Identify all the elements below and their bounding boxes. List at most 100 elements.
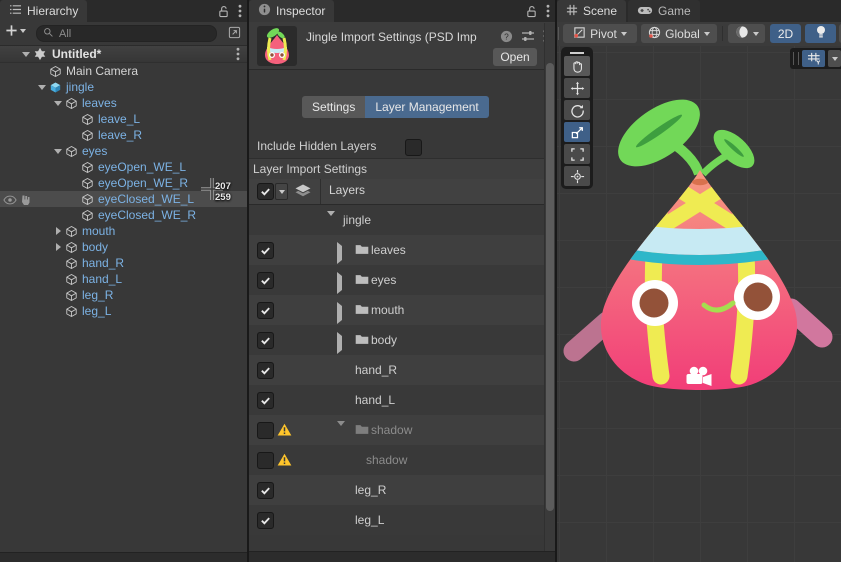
layer-foldout-arrow[interactable]	[337, 426, 345, 440]
layer-foldout-arrow[interactable]	[337, 276, 342, 290]
scene-toolbar: Pivot Global 2D	[557, 22, 841, 47]
include-hidden-layers-checkbox[interactable]	[405, 139, 422, 156]
layer-row-shadow-8[interactable]: shadow	[249, 445, 545, 475]
layer-foldout-arrow[interactable]	[337, 306, 342, 320]
layer-checkbox[interactable]	[257, 332, 274, 349]
foldout-arrow[interactable]	[36, 85, 48, 90]
palette-grip-handle[interactable]	[570, 52, 584, 54]
hierarchy-item-eyeOpen_WE_R[interactable]: eyeOpen_WE_R	[0, 175, 247, 191]
hierarchy-item-label: eyes	[82, 144, 107, 158]
hierarchy-item-label: leave_L	[98, 112, 140, 126]
layer-checkbox[interactable]	[257, 512, 274, 529]
gameobject-cube-icon	[64, 97, 79, 110]
hierarchy-item-eyeOpen_WE_L[interactable]: eyeOpen_WE_L	[0, 159, 247, 175]
hierarchy-item-leg_R[interactable]: leg_R	[0, 287, 247, 303]
layer-checkbox[interactable]	[257, 302, 274, 319]
jingle-character[interactable]	[557, 46, 841, 562]
grid-options-dropdown[interactable]	[828, 50, 841, 67]
rect-tool-button[interactable]	[564, 144, 590, 164]
gameobject-cube-icon	[64, 257, 79, 270]
layer-row-jingle-0[interactable]: jingle	[249, 205, 545, 235]
popout-window-icon[interactable]	[228, 26, 241, 42]
hierarchy-item-leaves[interactable]: leaves	[0, 95, 247, 111]
visibility-eye-icon[interactable]	[3, 194, 17, 208]
hierarchy-item-label: eyeClosed_WE_R	[98, 208, 196, 222]
hierarchy-item-leave_L[interactable]: leave_L	[0, 111, 247, 127]
rotate-tool-button[interactable]	[564, 100, 590, 120]
2d-mode-button[interactable]: 2D	[770, 24, 801, 43]
lock-icon[interactable]	[526, 5, 537, 21]
master-checkbox-dropdown[interactable]	[275, 183, 288, 200]
hierarchy-item-Main Camera[interactable]: Main Camera	[0, 63, 247, 79]
presets-icon[interactable]	[521, 30, 535, 45]
layer-foldout-arrow[interactable]	[337, 336, 342, 350]
shading-mode-dropdown[interactable]	[728, 24, 765, 43]
help-icon[interactable]: ?	[500, 30, 513, 46]
hierarchy-item-eyes[interactable]: eyes	[0, 143, 247, 159]
tab-scene-label: Scene	[583, 4, 617, 18]
kebab-menu-icon[interactable]	[546, 4, 550, 21]
kebab-menu-icon[interactable]	[238, 4, 242, 21]
layer-row-hand_L-6[interactable]: hand_L	[249, 385, 545, 415]
game-controller-icon	[637, 4, 653, 18]
hierarchy-item-label: eyeOpen_WE_L	[98, 160, 186, 174]
tab-scene[interactable]: Scene	[557, 0, 626, 22]
layer-checkbox[interactable]	[257, 392, 274, 409]
search-input[interactable]	[57, 27, 210, 41]
layer-checkbox[interactable]	[257, 452, 274, 469]
layer-row-eyes-2[interactable]: eyes	[249, 265, 545, 295]
layer-checkbox[interactable]	[257, 482, 274, 499]
scene-header-row[interactable]: Untitled*	[0, 46, 247, 63]
foldout-arrow[interactable]	[52, 227, 64, 235]
hierarchy-item-jingle[interactable]: jingle	[0, 79, 247, 95]
foldout-arrow[interactable]	[52, 101, 64, 106]
layer-foldout-arrow[interactable]	[337, 246, 342, 260]
layer-checkbox[interactable]	[257, 272, 274, 289]
layer-row-mouth-3[interactable]: mouth	[249, 295, 545, 325]
scene-kebab-menu-icon[interactable]	[236, 47, 240, 64]
hierarchy-item-eyeClosed_WE_L[interactable]: eyeClosed_WE_L	[0, 191, 247, 207]
tab-hierarchy[interactable]: Hierarchy	[0, 0, 87, 22]
layer-checkbox[interactable]	[257, 362, 274, 379]
layer-checkbox[interactable]	[257, 242, 274, 259]
gameobject-cube-icon	[64, 225, 79, 238]
layer-row-shadow-7[interactable]: shadow	[249, 415, 545, 445]
scale-tool-button[interactable]	[564, 122, 590, 142]
hierarchy-item-hand_L[interactable]: hand_L	[0, 271, 247, 287]
hand-tool-button[interactable]	[564, 56, 590, 76]
global-dropdown[interactable]: Global	[641, 24, 717, 43]
grid-pill-grip[interactable]	[793, 52, 799, 65]
layer-row-leg_L-10[interactable]: leg_L	[249, 505, 545, 535]
scene-viewport[interactable]	[557, 46, 841, 562]
layer-row-leaves-1[interactable]: leaves	[249, 235, 545, 265]
tab-layer-management[interactable]: Layer Management	[365, 96, 488, 118]
foldout-arrow[interactable]	[52, 243, 64, 251]
tab-settings[interactable]: Settings	[302, 96, 365, 118]
hierarchy-search-field[interactable]	[36, 25, 217, 42]
layer-row-hand_R-5[interactable]: hand_R	[249, 355, 545, 385]
scrollbar-thumb[interactable]	[546, 63, 554, 511]
layer-checkbox[interactable]	[257, 422, 274, 439]
master-layer-checkbox[interactable]	[257, 183, 274, 200]
hierarchy-item-mouth[interactable]: mouth	[0, 223, 247, 239]
pivot-dropdown[interactable]: Pivot	[563, 24, 637, 43]
add-gameobject-button[interactable]	[5, 24, 26, 37]
move-tool-button[interactable]	[564, 78, 590, 98]
layer-row-leg_R-9[interactable]: leg_R	[249, 475, 545, 505]
foldout-arrow[interactable]	[52, 149, 64, 154]
hierarchy-item-eyeClosed_WE_R[interactable]: eyeClosed_WE_R	[0, 207, 247, 223]
scene-lighting-button[interactable]	[805, 24, 836, 43]
hierarchy-item-leg_L[interactable]: leg_L	[0, 303, 247, 319]
layer-row-body-4[interactable]: body	[249, 325, 545, 355]
open-button[interactable]: Open	[493, 48, 537, 66]
tab-inspector[interactable]: Inspector	[249, 0, 334, 22]
grid-toggle-button[interactable]	[802, 50, 825, 67]
hierarchy-item-body[interactable]: body	[0, 239, 247, 255]
hierarchy-item-leave_R[interactable]: leave_R	[0, 127, 247, 143]
transform-tool-button[interactable]	[564, 166, 590, 186]
layer-foldout-arrow[interactable]	[327, 216, 335, 230]
foldout-arrow[interactable]	[20, 52, 32, 57]
lock-icon[interactable]	[218, 5, 229, 21]
hierarchy-item-hand_R[interactable]: hand_R	[0, 255, 247, 271]
tab-game[interactable]: Game	[628, 0, 700, 22]
